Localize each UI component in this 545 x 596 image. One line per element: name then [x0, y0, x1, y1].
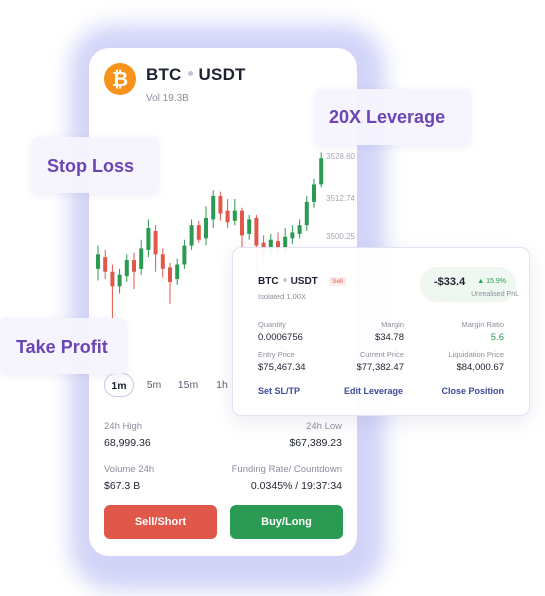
- entry-price-value: $75,467.34: [258, 362, 306, 373]
- candle-down: [254, 217, 259, 246]
- candle-up: [211, 196, 216, 220]
- stat-value: $67.3 B: [104, 480, 141, 492]
- pnl-value: -$33.4: [434, 276, 466, 288]
- stat-funding-rate: Funding Rate/ Countdown 0.0345% / 19:37:…: [232, 464, 342, 492]
- stop-loss-tag: Stop Loss: [32, 137, 159, 193]
- volume-text: Vol 19.3B: [146, 93, 189, 104]
- candle-up: [175, 264, 180, 280]
- candle-down: [168, 267, 172, 282]
- current-price-label: Current Price: [359, 350, 404, 359]
- take-profit-tag-text: Take Profit: [16, 337, 108, 357]
- separator-dot: [282, 278, 287, 283]
- pnl-percent: ▲ 15.9%: [477, 278, 506, 285]
- price-axis-label: 3528.60: [326, 152, 355, 161]
- close-position-link[interactable]: Close Position: [441, 386, 504, 396]
- stat-label: Funding Rate/ Countdown: [231, 464, 342, 475]
- candle-up: [297, 225, 302, 234]
- buy-long-button[interactable]: Buy/Long: [230, 505, 343, 539]
- stat-24h-high: 24h High 68,999.36: [104, 421, 151, 449]
- pnl-label: Unrealised PnL: [471, 291, 519, 298]
- candle-up: [232, 210, 237, 221]
- entry-price-label: Entry Price: [258, 350, 295, 359]
- edit-leverage-link[interactable]: Edit Leverage: [344, 386, 403, 396]
- base-asset: BTC: [146, 65, 182, 84]
- margin-ratio-label: Margin Ratio: [461, 320, 504, 329]
- candle-down: [103, 257, 108, 272]
- take-profit-tag: Take Profit: [0, 318, 127, 374]
- candle-down: [196, 225, 201, 240]
- set-sl-tp-link[interactable]: Set SL/TP: [258, 386, 300, 396]
- candle-up: [312, 184, 316, 202]
- candle-down: [218, 196, 223, 214]
- quote-asset: USDT: [198, 65, 246, 84]
- quantity-value: 0.0006756: [258, 332, 303, 343]
- position-quote: USDT: [290, 276, 318, 287]
- sell-short-button[interactable]: Sell/Short: [104, 505, 217, 539]
- separator-dot: [187, 71, 193, 77]
- margin-mode: Isolated 1.00X: [258, 292, 306, 301]
- margin-ratio-value: 5.6: [490, 332, 504, 343]
- quantity-label: Quantity: [258, 320, 286, 329]
- candle-down: [225, 210, 230, 223]
- timeframe-1h[interactable]: 1h: [211, 373, 233, 397]
- timeframe-15m[interactable]: 15m: [174, 373, 202, 397]
- side-badge: Sell: [329, 277, 346, 286]
- position-base: BTC: [258, 276, 279, 287]
- timeframe-5m[interactable]: 5m: [142, 373, 166, 397]
- stop-loss-tag-text: Stop Loss: [47, 156, 135, 176]
- candle-up: [139, 248, 144, 269]
- candle-up: [117, 274, 122, 287]
- candle-up: [304, 201, 309, 226]
- trading-pair-title[interactable]: BTC USDT: [146, 65, 246, 85]
- position-pair: BTC USDT: [258, 276, 318, 287]
- stat-value: 0.0345% / 19:37:34: [250, 480, 342, 492]
- candle-down: [160, 254, 165, 269]
- candle-up: [189, 225, 194, 246]
- stat-volume-24h: Volume 24h $67.3 B: [104, 464, 154, 492]
- price-axis-label: 3512.74: [326, 194, 355, 203]
- current-price-value: $77,382.47: [356, 362, 404, 373]
- candle-up: [96, 254, 100, 269]
- candle-down: [240, 210, 244, 236]
- candle-up: [182, 245, 187, 265]
- candle-up: [290, 232, 295, 239]
- leverage-tag-text: 20X Leverage: [329, 107, 446, 127]
- price-axis-label: 3500.25: [326, 232, 355, 241]
- candle-up: [146, 228, 151, 250]
- candle-up: [124, 260, 129, 277]
- candle-down: [132, 260, 136, 272]
- stat-label: 24h High: [104, 421, 143, 432]
- candle-up: [247, 219, 252, 234]
- candle-up: [204, 217, 208, 239]
- candle-down: [110, 271, 115, 287]
- position-card: BTC USDT Sell Isolated 1.00X -$33.4 ▲ 15.…: [232, 247, 530, 416]
- stat-value: 68,999.36: [104, 437, 151, 449]
- candle-up: [319, 158, 324, 185]
- liquidation-price-value: $84,000.67: [456, 362, 504, 373]
- margin-label: Margin: [381, 320, 404, 329]
- stat-label: 24h Low: [306, 421, 342, 432]
- liquidation-price-label: Liquidation Price: [448, 350, 504, 359]
- stat-24h-low: 24h Low $67,389.23: [289, 421, 342, 449]
- candle-down: [153, 230, 158, 255]
- stat-label: Volume 24h: [104, 464, 155, 475]
- stat-value: $67,389.23: [289, 437, 342, 449]
- timeframe-1m[interactable]: 1m: [104, 373, 134, 397]
- leverage-tag: 20X Leverage: [315, 89, 471, 145]
- bitcoin-icon: ₿: [104, 63, 136, 95]
- margin-value: $34.78: [374, 332, 404, 343]
